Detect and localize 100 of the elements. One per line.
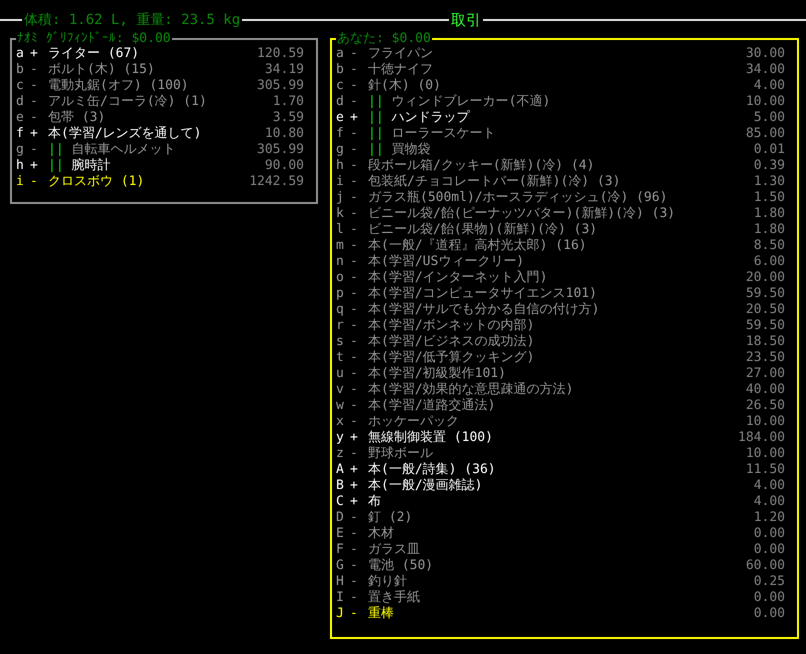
item-hotkey: D bbox=[336, 510, 345, 526]
item-marker: - bbox=[350, 510, 359, 526]
item-marker: - bbox=[350, 270, 359, 286]
item-marker: - bbox=[350, 558, 359, 574]
item-price: 1242.59 bbox=[249, 174, 305, 190]
item-name[interactable]: 本(学習/サルでも分かる自信の付け方) bbox=[368, 302, 746, 318]
item-hotkey: g bbox=[16, 142, 25, 158]
item-name[interactable]: 本(学習/ボンネットの内部) bbox=[368, 318, 746, 334]
item-price: 3.59 bbox=[272, 110, 305, 126]
item-price: 4.00 bbox=[754, 478, 786, 494]
item-marker: - bbox=[350, 446, 359, 462]
item-name[interactable]: 本(一般/漫画雑誌) bbox=[368, 478, 754, 494]
item-hotkey: k bbox=[336, 206, 345, 222]
item-name[interactable]: 釘 (2) bbox=[368, 510, 754, 526]
item-name[interactable]: 包帯 (3) bbox=[48, 110, 273, 126]
wear-mark: || bbox=[368, 142, 384, 158]
item-name[interactable]: クロスボウ (1) bbox=[48, 174, 250, 190]
item-name[interactable]: 段ボール箱/クッキー(新鮮)(冷) (4) bbox=[368, 158, 754, 174]
item-name[interactable]: 本(学習/レンズを通して) bbox=[48, 126, 265, 142]
item-price: 1.80 bbox=[754, 206, 786, 222]
item-name[interactable]: アルミ缶/コーラ(冷) (1) bbox=[48, 94, 273, 110]
item-name[interactable]: 本(学習/インターネット入門) bbox=[368, 270, 746, 286]
item-hotkey: e bbox=[336, 110, 345, 126]
item-name[interactable]: 本(学習/効果的な意思疎通の方法) bbox=[368, 382, 746, 398]
item-price: 305.99 bbox=[257, 142, 305, 158]
item-name[interactable]: 置き手紙 bbox=[368, 590, 754, 606]
item-name[interactable]: 野球ボール bbox=[368, 446, 746, 462]
item-name[interactable]: 腕時計 bbox=[72, 158, 265, 174]
item-hotkey: a bbox=[336, 46, 345, 62]
item-price: 27.00 bbox=[746, 366, 786, 382]
panel-title: あなた: $0.00 bbox=[336, 31, 432, 47]
item-name[interactable]: ガラス瓶(500ml)/ホースラディッシュ(冷) (96) bbox=[368, 190, 754, 206]
item-hotkey: G bbox=[336, 558, 345, 574]
item-hotkey: y bbox=[336, 430, 345, 446]
item-name[interactable]: 布 bbox=[368, 494, 754, 510]
item-name[interactable]: フライパン bbox=[368, 46, 746, 62]
item-marker: - bbox=[350, 142, 359, 158]
item-hotkey: d bbox=[16, 94, 25, 110]
item-price: 184.00 bbox=[738, 430, 786, 446]
item-hotkey: x bbox=[336, 414, 345, 430]
item-name[interactable]: 本(一般/『道程』高村光太郎) (16) bbox=[368, 238, 754, 254]
item-name[interactable]: 買物袋 bbox=[392, 142, 754, 158]
item-marker: + bbox=[30, 158, 39, 174]
item-name[interactable]: 本(学習/初級製作101) bbox=[368, 366, 746, 382]
item-name[interactable]: 包装紙/チョコレートバー(新鮮)(冷) (3) bbox=[368, 174, 754, 190]
item-name[interactable]: 電動丸鋸(オフ) (100) bbox=[48, 78, 258, 94]
item-price: 0.00 bbox=[754, 606, 786, 622]
item-price: 90.00 bbox=[264, 158, 305, 174]
item-name[interactable]: ホッケーパック bbox=[368, 414, 746, 430]
item-price: 1.70 bbox=[272, 94, 305, 110]
item-marker: - bbox=[30, 174, 39, 190]
item-name[interactable]: 十徳ナイフ bbox=[368, 62, 746, 78]
item-name[interactable]: ハンドラップ bbox=[392, 110, 754, 126]
item-name[interactable]: 自転車ヘルメット bbox=[72, 142, 258, 158]
item-marker: - bbox=[350, 46, 359, 62]
item-marker: - bbox=[350, 302, 359, 318]
item-hotkey: c bbox=[16, 78, 25, 94]
item-price: 30.00 bbox=[746, 46, 786, 62]
item-name[interactable]: 本(学習/コンピュータサイエンス101) bbox=[368, 286, 746, 302]
item-marker: - bbox=[350, 158, 359, 174]
item-name[interactable]: 本(学習/道路交通法) bbox=[368, 398, 746, 414]
item-marker: + bbox=[30, 46, 39, 62]
item-hotkey: d bbox=[336, 94, 345, 110]
item-price: 0.01 bbox=[754, 142, 786, 158]
item-name[interactable]: 針(木) (0) bbox=[368, 78, 754, 94]
item-name[interactable]: ガラス皿 bbox=[368, 542, 754, 558]
wear-mark: || bbox=[48, 142, 64, 158]
item-price: 10.00 bbox=[746, 94, 786, 110]
item-hotkey: w bbox=[336, 398, 345, 414]
item-price: 120.59 bbox=[257, 46, 305, 62]
item-price: 5.00 bbox=[754, 110, 786, 126]
item-price: 0.00 bbox=[754, 542, 786, 558]
item-hotkey: q bbox=[336, 302, 345, 318]
item-name[interactable]: ローラースケート bbox=[392, 126, 746, 142]
item-marker: - bbox=[350, 238, 359, 254]
item-marker: - bbox=[350, 350, 359, 366]
item-name[interactable]: 本(学習/USウィークリー) bbox=[368, 254, 754, 270]
item-marker: - bbox=[350, 190, 359, 206]
item-marker: - bbox=[30, 142, 39, 158]
item-price: 0.25 bbox=[754, 574, 786, 590]
item-name[interactable]: 重棒 bbox=[368, 606, 754, 622]
item-price: 23.50 bbox=[746, 350, 786, 366]
item-name[interactable]: 釣り針 bbox=[368, 574, 754, 590]
item-name[interactable]: 電池 (50) bbox=[368, 558, 746, 574]
item-hotkey: t bbox=[336, 350, 345, 366]
item-name[interactable]: 本(学習/低予算クッキング) bbox=[368, 350, 746, 366]
item-price: 1.80 bbox=[754, 222, 786, 238]
item-name[interactable]: 本(学習/ビジネスの成功法) bbox=[368, 334, 746, 350]
item-name[interactable]: 木材 bbox=[368, 526, 754, 542]
item-name[interactable]: ビニール袋/飴(果物)(新鮮)(冷) (3) bbox=[368, 222, 754, 238]
item-marker: + bbox=[30, 126, 39, 142]
item-name[interactable]: ウィンドブレーカー(不適) bbox=[392, 94, 746, 110]
item-hotkey: b bbox=[16, 62, 25, 78]
item-name[interactable]: ライター (67) bbox=[48, 46, 258, 62]
item-name[interactable]: ビニール袋/飴(ピーナッツバター)(新鮮)(冷) (3) bbox=[368, 206, 754, 222]
item-hotkey: j bbox=[336, 190, 345, 206]
item-hotkey: i bbox=[16, 174, 25, 190]
item-name[interactable]: 本(一般/詩集) (36) bbox=[368, 462, 746, 478]
item-name[interactable]: ボルト(木) (15) bbox=[48, 62, 265, 78]
item-name[interactable]: 無線制御装置 (100) bbox=[368, 430, 738, 446]
